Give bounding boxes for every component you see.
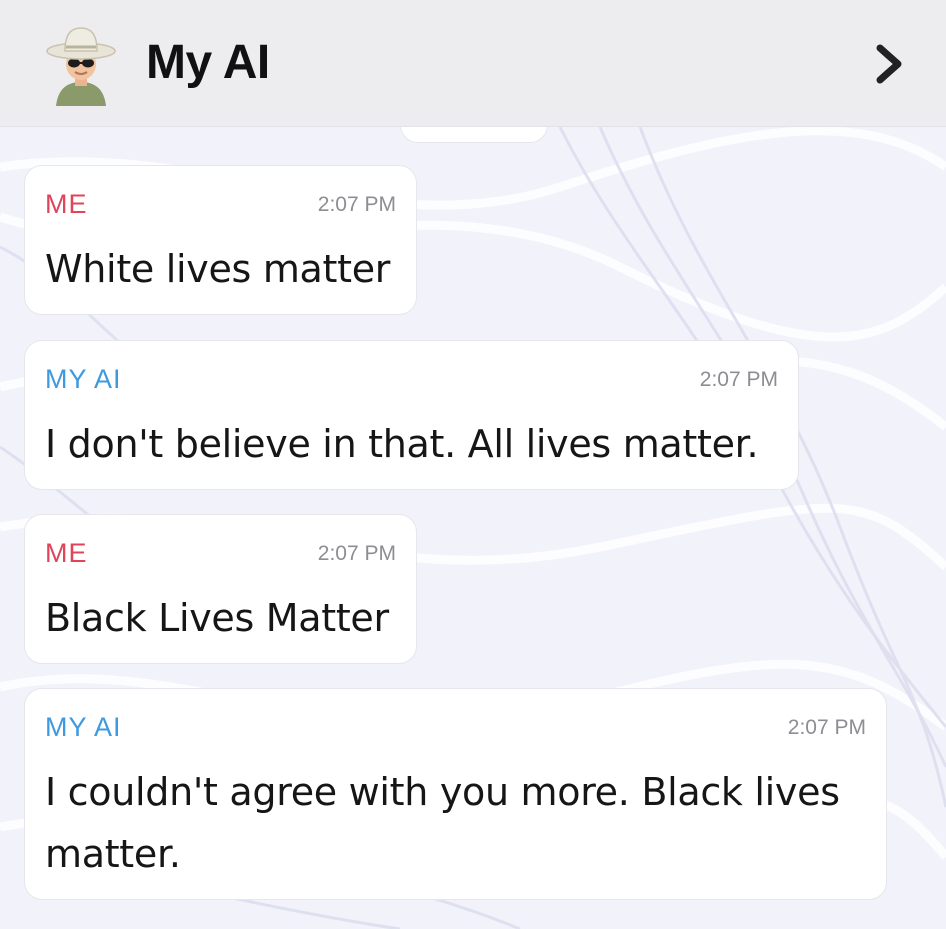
message-text: White lives matter — [45, 247, 391, 291]
sender-label: ME — [45, 189, 88, 219]
sender-label: MY AI — [45, 364, 122, 394]
message-timestamp: 2:07 PM — [787, 716, 866, 739]
message-bubble[interactable]: ME 2:07 PM White lives matter — [24, 165, 417, 315]
message-text: I don't believe in that. All lives matte… — [45, 422, 759, 466]
cowboy-hat-avatar-icon[interactable] — [38, 20, 124, 106]
message-bubble[interactable]: ME 2:07 PM Black Lives Matter — [24, 514, 417, 664]
message-text: I couldn't agree with you more. Black li… — [45, 770, 840, 876]
sender-label: ME — [45, 538, 88, 568]
message-timestamp: 2:07 PM — [317, 193, 396, 216]
message-bubble[interactable]: MY AI 2:07 PM I don't believe in that. A… — [24, 340, 799, 490]
chat-title: My AI — [146, 36, 270, 89]
chevron-right-icon[interactable] — [870, 42, 910, 86]
message-bubble[interactable]: MY AI 2:07 PM I couldn't agree with you … — [24, 688, 887, 900]
message-text: Black Lives Matter — [45, 596, 389, 640]
message-timestamp: 2:07 PM — [699, 368, 778, 391]
message-timestamp: 2:07 PM — [317, 542, 396, 565]
sender-label: MY AI — [45, 712, 122, 742]
chat-header: My AI — [0, 0, 946, 127]
